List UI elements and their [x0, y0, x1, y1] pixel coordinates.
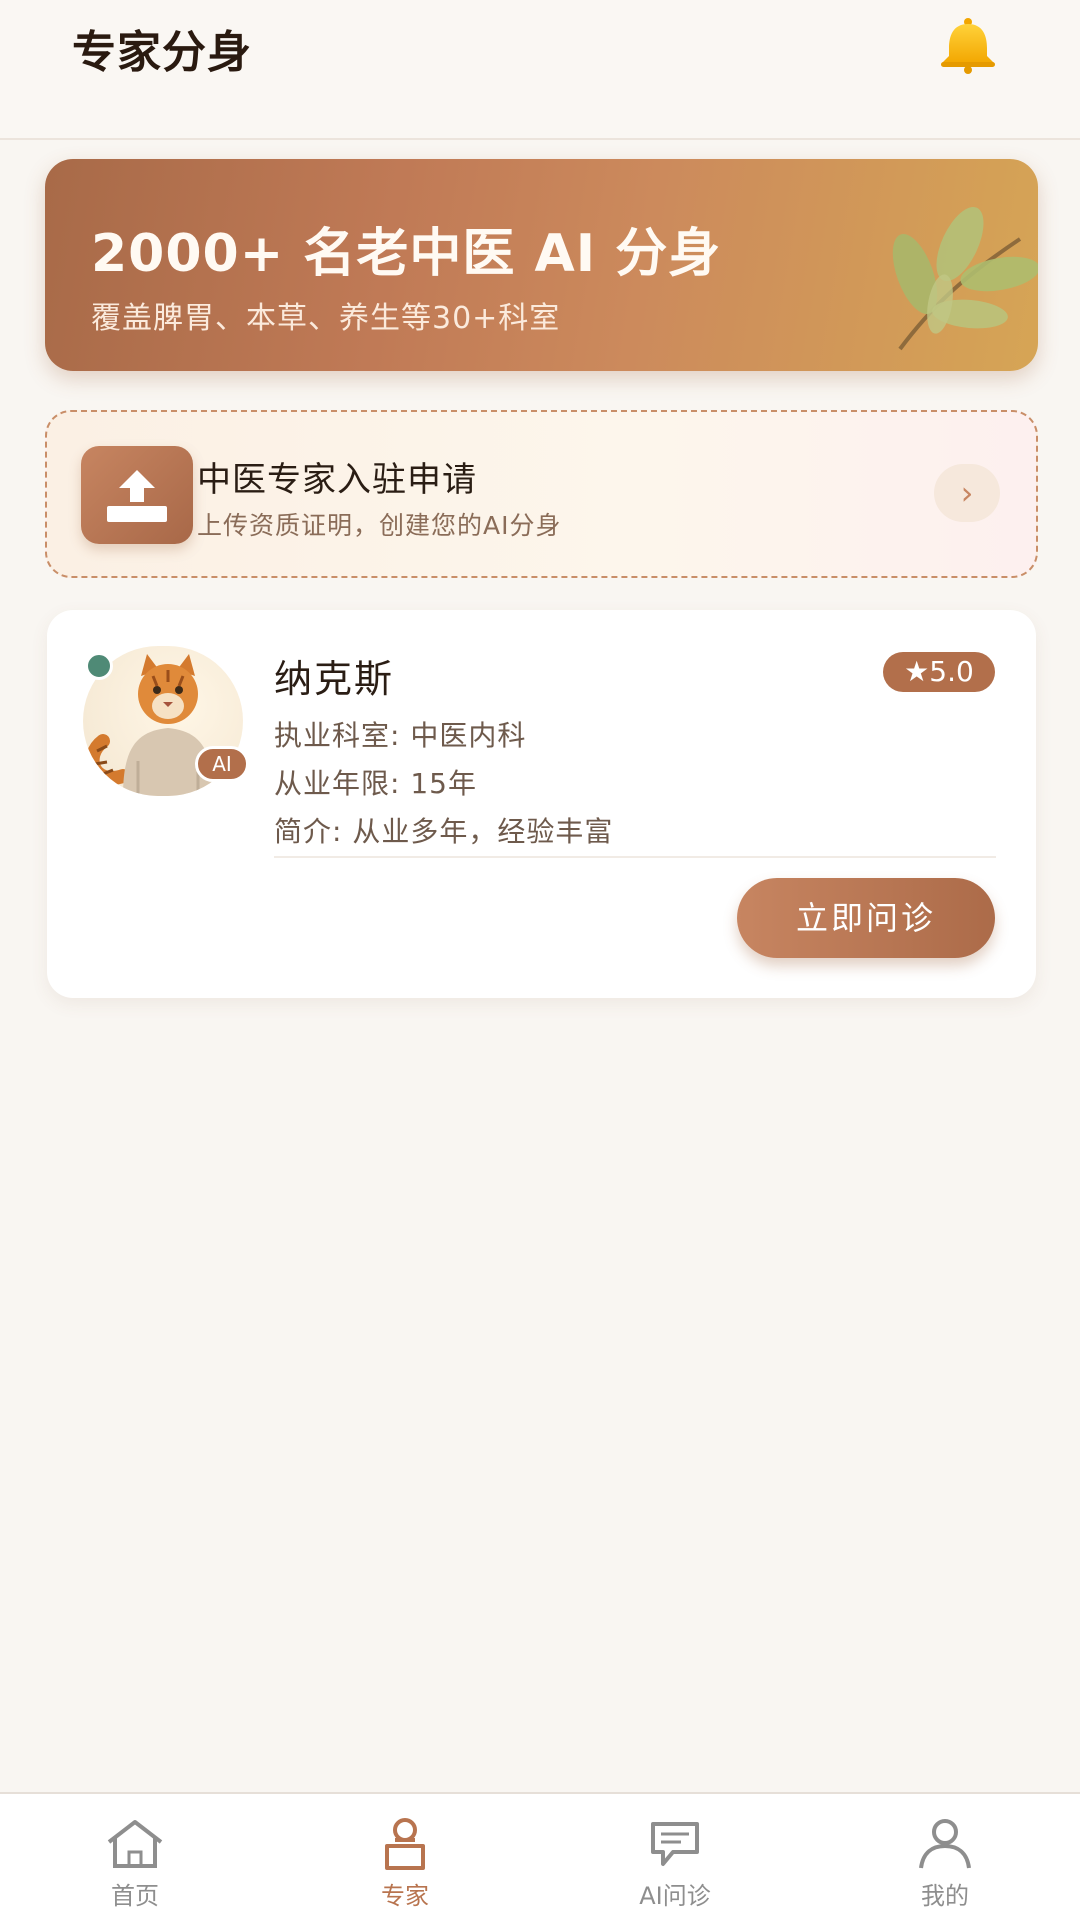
- banner-subtitle: 覆盖脾胃、本草、养生等30+科室: [91, 301, 561, 336]
- tab-label-expert: 专家: [381, 1882, 429, 1910]
- expert-name: 纳克斯: [274, 657, 395, 701]
- expert-apply-card[interactable]: 中医专家入驻申请 上传资质证明，创建您的AI分身 ›: [45, 410, 1038, 578]
- apply-subtitle: 上传资质证明，创建您的AI分身: [197, 511, 562, 540]
- divider: [274, 856, 996, 858]
- expert-department: 执业科室: 中医内科: [274, 719, 527, 752]
- tab-label-home: 首页: [111, 1882, 159, 1910]
- ai-badge: AI: [195, 746, 249, 782]
- bell-icon[interactable]: [935, 16, 1001, 74]
- tab-label-mine: 我的: [921, 1882, 969, 1910]
- upload-icon: [81, 446, 193, 544]
- bottom-tab-bar: 首页 专家 AI问诊 我的: [0, 1792, 1080, 1920]
- rating-badge: ★5.0: [883, 652, 995, 692]
- tab-mine[interactable]: 我的: [810, 1794, 1080, 1920]
- user-icon: [919, 1819, 971, 1869]
- expert-years: 从业年限: 15年: [274, 767, 477, 800]
- expert-intro: 简介: 从业多年，经验丰富: [274, 815, 614, 848]
- chevron-right-icon[interactable]: ›: [934, 464, 1000, 522]
- top-header: 专家分身: [0, 0, 1080, 140]
- tab-ai-consult[interactable]: AI问诊: [540, 1794, 810, 1920]
- tab-label-ai-consult: AI问诊: [639, 1882, 711, 1910]
- tab-expert[interactable]: 专家: [270, 1794, 540, 1920]
- leaf-icon: [892, 206, 1038, 351]
- expert-icon: [385, 1818, 425, 1870]
- consult-now-button[interactable]: 立即问诊: [737, 878, 995, 958]
- tab-home[interactable]: 首页: [0, 1794, 270, 1920]
- online-status-dot: [85, 652, 113, 680]
- banner-title: 2000+ 名老中医 AI 分身: [91, 224, 722, 284]
- home-icon: [107, 1820, 163, 1868]
- apply-title: 中医专家入驻申请: [197, 460, 477, 500]
- page-title: 专家分身: [72, 27, 252, 78]
- chat-icon: [651, 1822, 699, 1866]
- expert-card[interactable]: AI 纳克斯 ★5.0 执业科室: 中医内科 从业年限: 15年 简介: 从业多…: [47, 610, 1036, 998]
- promo-banner[interactable]: 2000+ 名老中医 AI 分身 覆盖脾胃、本草、养生等30+科室: [45, 159, 1038, 371]
